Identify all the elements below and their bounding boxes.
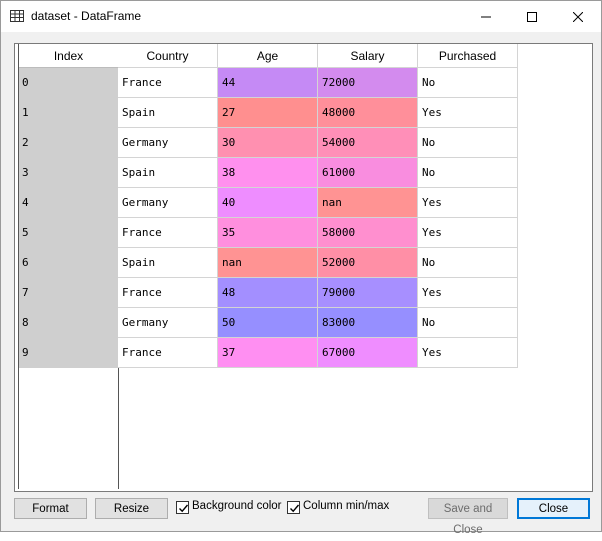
minimize-button[interactable]: [463, 1, 509, 32]
close-icon: [573, 11, 583, 22]
cell-salary[interactable]: 54000: [318, 128, 418, 158]
checkmark-icon: [290, 504, 300, 513]
format-button[interactable]: Format: [14, 498, 87, 519]
maximize-icon: [527, 11, 537, 22]
index-cell[interactable]: 9: [19, 338, 118, 368]
cell-country[interactable]: Spain: [118, 98, 218, 128]
cell-purchased[interactable]: Yes: [418, 98, 518, 128]
index-cell[interactable]: 5: [19, 218, 118, 248]
cell-country[interactable]: Spain: [118, 158, 218, 188]
cell-salary[interactable]: 58000: [318, 218, 418, 248]
column-minmax-label: Column min/max: [303, 500, 390, 512]
index-cell[interactable]: 4: [19, 188, 118, 218]
cell-salary[interactable]: 72000: [318, 68, 418, 98]
cell-age[interactable]: 37: [218, 338, 318, 368]
cell-age[interactable]: 38: [218, 158, 318, 188]
cell-age[interactable]: 35: [218, 218, 318, 248]
cell-age[interactable]: 40: [218, 188, 318, 218]
minimize-icon: [481, 16, 491, 17]
dataframe-window: dataset - DataFrame Index 0 1 2 3 4 5 6: [0, 0, 602, 536]
column-header-purchased[interactable]: Purchased: [418, 44, 518, 68]
column-header-salary[interactable]: Salary: [318, 44, 418, 68]
cell-salary[interactable]: nan: [318, 188, 418, 218]
cell-country[interactable]: Spain: [118, 248, 218, 278]
cell-purchased[interactable]: No: [418, 128, 518, 158]
title-bar: dataset - DataFrame: [1, 1, 601, 32]
cell-salary[interactable]: 83000: [318, 308, 418, 338]
cell-salary[interactable]: 67000: [318, 338, 418, 368]
close-window-button[interactable]: [555, 1, 601, 32]
cell-age[interactable]: 48: [218, 278, 318, 308]
cell-country[interactable]: France: [118, 68, 218, 98]
background-color-checkbox[interactable]: [176, 501, 189, 514]
index-column: Index 0 1 2 3 4 5 6 7 8 9: [18, 44, 119, 489]
cell-purchased[interactable]: No: [418, 308, 518, 338]
column-header-country[interactable]: Country: [118, 44, 218, 68]
cell-country[interactable]: France: [118, 338, 218, 368]
column-header-age[interactable]: Age: [218, 44, 318, 68]
window-content: Index 0 1 2 3 4 5 6 7 8 9 Country Age Sa…: [1, 32, 601, 536]
cell-purchased[interactable]: Yes: [418, 218, 518, 248]
cell-purchased[interactable]: Yes: [418, 188, 518, 218]
dataframe-grid[interactable]: Index 0 1 2 3 4 5 6 7 8 9 Country Age Sa…: [14, 43, 593, 492]
cell-purchased[interactable]: No: [418, 68, 518, 98]
index-cell[interactable]: 3: [19, 158, 118, 188]
cell-age[interactable]: 50: [218, 308, 318, 338]
cell-country[interactable]: Germany: [118, 308, 218, 338]
cell-salary[interactable]: 48000: [318, 98, 418, 128]
cell-salary[interactable]: 52000: [318, 248, 418, 278]
save-and-close-button[interactable]: Save and Close: [428, 498, 508, 536]
close-button[interactable]: Close: [517, 498, 590, 519]
cell-salary[interactable]: 61000: [318, 158, 418, 188]
cell-country[interactable]: France: [118, 278, 218, 308]
resize-button[interactable]: Resize: [95, 498, 168, 519]
cell-country[interactable]: Germany: [118, 128, 218, 158]
cell-purchased[interactable]: No: [418, 248, 518, 278]
index-cell[interactable]: 0: [19, 68, 118, 98]
cell-purchased[interactable]: Yes: [418, 278, 518, 308]
cell-purchased[interactable]: Yes: [418, 338, 518, 368]
cell-age[interactable]: 44: [218, 68, 318, 98]
index-header[interactable]: Index: [19, 44, 118, 68]
column-minmax-checkbox[interactable]: [287, 501, 300, 514]
cell-age[interactable]: 27: [218, 98, 318, 128]
window-title: dataset - DataFrame: [31, 9, 142, 23]
maximize-button[interactable]: [509, 1, 555, 32]
index-cell[interactable]: 8: [19, 308, 118, 338]
cell-country[interactable]: Germany: [118, 188, 218, 218]
checkmark-icon: [179, 504, 189, 513]
background-color-label: Background color: [192, 500, 282, 512]
cell-salary[interactable]: 79000: [318, 278, 418, 308]
index-cell[interactable]: 1: [19, 98, 118, 128]
index-cell[interactable]: 6: [19, 248, 118, 278]
cell-age[interactable]: 30: [218, 128, 318, 158]
cell-age[interactable]: nan: [218, 248, 318, 278]
table-icon: [10, 10, 24, 22]
index-body: 0 1 2 3 4 5 6 7 8 9: [19, 68, 118, 368]
cell-country[interactable]: France: [118, 218, 218, 248]
index-cell[interactable]: 7: [19, 278, 118, 308]
index-cell[interactable]: 2: [19, 128, 118, 158]
cell-purchased[interactable]: No: [418, 158, 518, 188]
